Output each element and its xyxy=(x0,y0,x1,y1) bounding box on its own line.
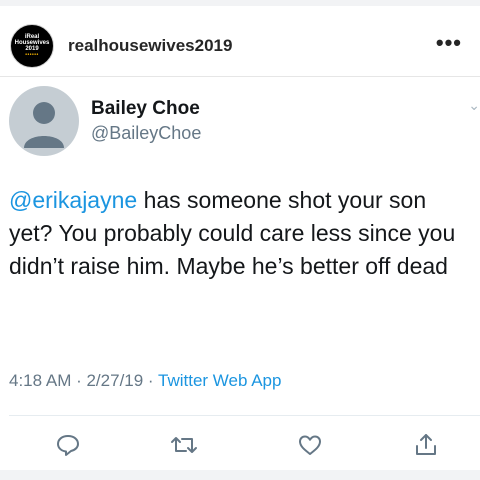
retweet-icon xyxy=(171,437,197,453)
reply-icon xyxy=(57,435,79,456)
tweet-action-bar xyxy=(0,425,480,465)
reply-button[interactable] xyxy=(48,425,88,465)
person-silhouette-icon xyxy=(24,102,64,148)
tweet-text: @erikajayne has someone shot your son ye… xyxy=(9,184,464,283)
author-handle[interactable]: @BaileyChoe xyxy=(91,123,201,144)
divider xyxy=(9,415,480,416)
mention-link[interactable]: @erikajayne xyxy=(9,187,137,213)
default-avatar-icon[interactable] xyxy=(9,86,79,156)
profile-avatar[interactable]: iReal Housewives 2019 •••••• xyxy=(10,24,54,68)
heart-icon xyxy=(299,435,321,455)
retweet-button[interactable] xyxy=(164,425,204,465)
bottom-edge xyxy=(0,470,480,480)
share-button[interactable] xyxy=(406,425,446,465)
tweet-metadata: 4:18 AM · 2/27/19 · Twitter Web App xyxy=(9,371,281,391)
avatar-logo-dots: •••••• xyxy=(25,52,39,58)
more-horizontal-icon[interactable]: ••• xyxy=(436,30,462,56)
chevron-down-icon[interactable]: ⌄ xyxy=(468,97,480,114)
tweet-card: Bailey Choe @BaileyChoe ⌄ @erikajayne ha… xyxy=(0,77,480,480)
author-name[interactable]: Bailey Choe xyxy=(91,98,200,120)
source-app-link[interactable]: Twitter Web App xyxy=(158,371,281,390)
like-button[interactable] xyxy=(290,425,330,465)
tweet-time-date: 4:18 AM · 2/27/19 · xyxy=(9,371,158,390)
share-icon xyxy=(416,434,436,455)
profile-username[interactable]: realhousewives2019 xyxy=(68,36,232,56)
instagram-post-header: iReal Housewives 2019 •••••• realhousewi… xyxy=(0,6,480,77)
